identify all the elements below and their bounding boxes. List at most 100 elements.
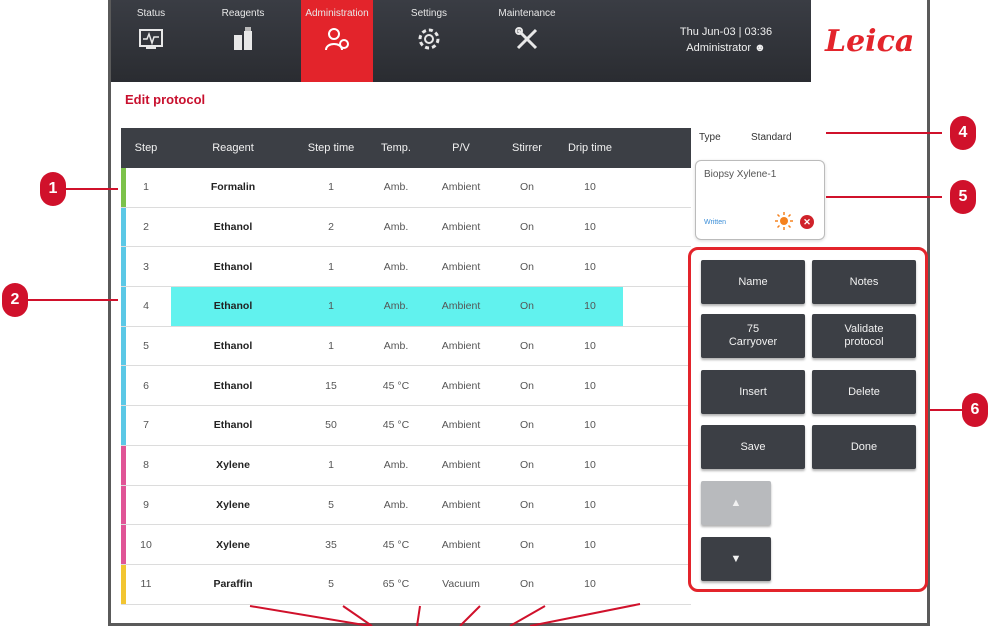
cell-drip[interactable]: 10	[557, 247, 623, 286]
cell-time[interactable]: 15	[295, 366, 367, 405]
table-row[interactable]: 11 Paraffin 5 65 °C Vacuum On 10	[121, 564, 691, 605]
notes-button[interactable]: Notes	[812, 260, 916, 304]
cell-temp[interactable]: Amb.	[367, 327, 425, 366]
table-row[interactable]: 8 Xylene 1 Amb. Ambient On 10	[121, 445, 691, 486]
cell-pv[interactable]: Ambient	[425, 287, 497, 326]
cell-time[interactable]: 1	[295, 327, 367, 366]
cell-temp[interactable]: Amb.	[367, 486, 425, 525]
table-row[interactable]: 4 Ethanol 1 Amb. Ambient On 10	[121, 287, 691, 327]
cell-time[interactable]: 1	[295, 446, 367, 485]
cell-drip[interactable]: 10	[557, 446, 623, 485]
table-row[interactable]: 7 Ethanol 50 45 °C Ambient On 10	[121, 406, 691, 446]
cell-stirrer[interactable]: On	[497, 446, 557, 485]
cell-step[interactable]: 11	[121, 565, 171, 604]
cell-reagent[interactable]: Xylene	[171, 446, 295, 485]
cell-reagent[interactable]: Ethanol	[171, 327, 295, 366]
cell-stirrer[interactable]: On	[497, 565, 557, 604]
cell-reagent[interactable]: Xylene	[171, 525, 295, 564]
cell-reagent[interactable]: Paraffin	[171, 565, 295, 604]
cell-reagent[interactable]: Ethanol	[171, 247, 295, 286]
name-button[interactable]: Name	[701, 260, 805, 304]
scroll-down-button[interactable]: ▼	[701, 537, 771, 581]
cell-step[interactable]: 8	[121, 446, 171, 485]
cell-pv[interactable]: Ambient	[425, 446, 497, 485]
cell-pv[interactable]: Ambient	[425, 366, 497, 405]
cell-pv[interactable]: Ambient	[425, 406, 497, 445]
tab-reagents[interactable]: Reagents	[207, 0, 279, 82]
cell-stirrer[interactable]: On	[497, 406, 557, 445]
table-row[interactable]: 10 Xylene 35 45 °C Ambient On 10	[121, 525, 691, 565]
cell-drip[interactable]: 10	[557, 486, 623, 525]
cell-time[interactable]: 5	[295, 486, 367, 525]
tab-maintenance[interactable]: Maintenance	[491, 0, 563, 82]
cell-temp[interactable]: 45 °C	[367, 406, 425, 445]
cell-temp[interactable]: Amb.	[367, 446, 425, 485]
cell-pv[interactable]: Vacuum	[425, 565, 497, 604]
cell-reagent[interactable]: Formalin	[171, 168, 295, 207]
cell-temp[interactable]: Amb.	[367, 168, 425, 207]
validate-protocol-button[interactable]: Validate protocol	[812, 314, 916, 358]
cell-stirrer[interactable]: On	[497, 525, 557, 564]
cell-drip[interactable]: 10	[557, 327, 623, 366]
cell-stirrer[interactable]: On	[497, 247, 557, 286]
table-row[interactable]: 9 Xylene 5 Amb. Ambient On 10	[121, 485, 691, 526]
table-row[interactable]: 2 Ethanol 2 Amb. Ambient On 10	[121, 207, 691, 248]
cell-pv[interactable]: Ambient	[425, 168, 497, 207]
cell-step[interactable]: 1	[121, 168, 171, 207]
cell-pv[interactable]: Ambient	[425, 247, 497, 286]
current-user[interactable]: Administrator ☻	[671, 40, 781, 56]
cell-time[interactable]: 50	[295, 406, 367, 445]
scroll-up-button[interactable]: ▲	[701, 481, 771, 525]
cell-step[interactable]: 3	[121, 247, 171, 286]
cell-drip[interactable]: 10	[557, 406, 623, 445]
tab-administration[interactable]: Administration	[301, 0, 373, 82]
save-button[interactable]: Save	[701, 425, 805, 469]
cell-step[interactable]: 7	[121, 406, 171, 445]
cell-reagent[interactable]: Ethanol	[171, 287, 295, 326]
cell-drip[interactable]: 10	[557, 366, 623, 405]
cell-pv[interactable]: Ambient	[425, 525, 497, 564]
tab-settings[interactable]: Settings	[393, 0, 465, 82]
cell-temp[interactable]: 45 °C	[367, 366, 425, 405]
tab-status[interactable]: Status	[115, 0, 187, 82]
cell-stirrer[interactable]: On	[497, 287, 557, 326]
cell-temp[interactable]: Amb.	[367, 247, 425, 286]
delete-button[interactable]: Delete	[812, 370, 916, 414]
cell-drip[interactable]: 10	[557, 525, 623, 564]
insert-button[interactable]: Insert	[701, 370, 805, 414]
cell-reagent[interactable]: Xylene	[171, 486, 295, 525]
cell-drip[interactable]: 10	[557, 565, 623, 604]
cell-reagent[interactable]: Ethanol	[171, 208, 295, 247]
cell-step[interactable]: 9	[121, 486, 171, 525]
carryover-button[interactable]: 75 Carryover	[701, 314, 805, 358]
cell-step[interactable]: 6	[121, 366, 171, 405]
cell-time[interactable]: 5	[295, 565, 367, 604]
cell-stirrer[interactable]: On	[497, 366, 557, 405]
table-row[interactable]: 6 Ethanol 15 45 °C Ambient On 10	[121, 366, 691, 407]
table-row[interactable]: 1 Formalin 1 Amb. Ambient On 10	[121, 168, 691, 208]
cell-pv[interactable]: Ambient	[425, 208, 497, 247]
cell-time[interactable]: 1	[295, 247, 367, 286]
cell-temp[interactable]: 65 °C	[367, 565, 425, 604]
cell-drip[interactable]: 10	[557, 168, 623, 207]
cell-stirrer[interactable]: On	[497, 486, 557, 525]
cell-time[interactable]: 35	[295, 525, 367, 564]
protocol-icon-card[interactable]: Biopsy Xylene-1 Written ✕	[695, 160, 825, 240]
cell-drip[interactable]: 10	[557, 208, 623, 247]
cell-temp[interactable]: Amb.	[367, 208, 425, 247]
cell-stirrer[interactable]: On	[497, 168, 557, 207]
cell-time[interactable]: 1	[295, 287, 367, 326]
table-row[interactable]: 5 Ethanol 1 Amb. Ambient On 10	[121, 326, 691, 367]
table-row[interactable]: 3 Ethanol 1 Amb. Ambient On 10	[121, 247, 691, 288]
cell-temp[interactable]: Amb.	[367, 287, 425, 326]
cell-stirrer[interactable]: On	[497, 327, 557, 366]
cell-step[interactable]: 10	[121, 525, 171, 564]
cell-time[interactable]: 2	[295, 208, 367, 247]
cell-step[interactable]: 2	[121, 208, 171, 247]
cell-step[interactable]: 5	[121, 327, 171, 366]
cell-reagent[interactable]: Ethanol	[171, 366, 295, 405]
cell-reagent[interactable]: Ethanol	[171, 406, 295, 445]
done-button[interactable]: Done	[812, 425, 916, 469]
cell-pv[interactable]: Ambient	[425, 486, 497, 525]
cell-drip[interactable]: 10	[557, 287, 623, 326]
